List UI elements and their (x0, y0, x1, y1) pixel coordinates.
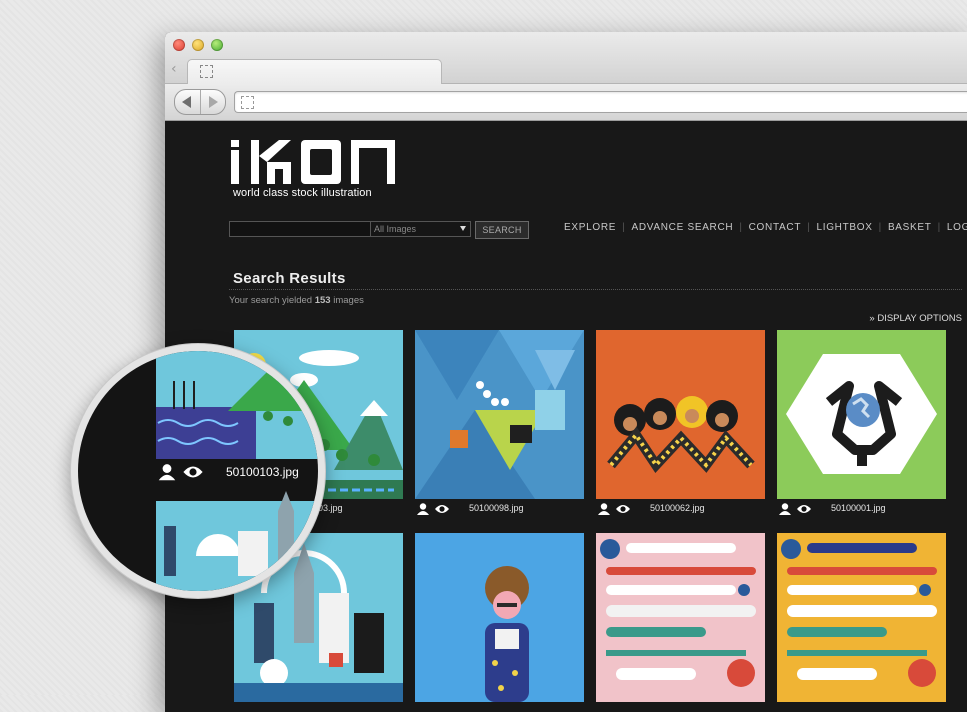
user-icon[interactable] (415, 501, 431, 515)
thumbnail-50100062[interactable] (596, 330, 765, 499)
thumbnail-filename: 50100001.jpg (831, 503, 886, 513)
browser-tab[interactable] (187, 59, 442, 84)
results-count-text: Your search yielded 153 images (229, 295, 364, 306)
back-button[interactable] (175, 90, 201, 114)
tab-scroll-left-icon[interactable]: ‹ (171, 61, 177, 77)
user-icon[interactable] (777, 501, 793, 515)
people-illustration-icon (596, 330, 765, 499)
browser-toolbar (165, 84, 967, 121)
thumbnail-medical-yellow[interactable] (777, 533, 946, 702)
nav-button-group (174, 89, 226, 115)
yield-prefix: Your search yielded (229, 295, 313, 306)
woman-illustration-icon (415, 533, 584, 702)
top-nav: EXPLORE | ADVANCE SEARCH | CONTACT | LIGHTB… (564, 222, 967, 233)
magnified-filename: 50100103.jpg (226, 465, 299, 479)
ikon-logo[interactable] (229, 138, 401, 186)
preview-eye-icon[interactable] (615, 501, 631, 515)
nav-separator: | (878, 222, 882, 233)
thumbnail-50100001[interactable] (777, 330, 946, 499)
yield-suffix: images (333, 295, 364, 306)
forward-button[interactable] (200, 90, 225, 114)
nav-separator: | (622, 222, 626, 233)
magnified-caption: 50100103.jpg (156, 462, 299, 482)
nav-log-in[interactable]: LOG IN (947, 222, 967, 233)
zoom-window-button[interactable] (211, 39, 223, 51)
medical-tools-illustration-icon (777, 533, 946, 702)
thumbnail-caption: 50100001.jpg (777, 501, 886, 515)
globe-hexagon-illustration-icon (777, 330, 946, 499)
forward-arrow-icon (209, 96, 218, 108)
minimize-window-button[interactable] (192, 39, 204, 51)
nav-separator: | (937, 222, 941, 233)
nav-advance-search[interactable]: ADVANCE SEARCH (631, 222, 733, 233)
back-arrow-icon (182, 96, 191, 108)
user-icon[interactable] (156, 462, 178, 482)
thumbnail-filename: 50100062.jpg (650, 503, 705, 513)
tagline: world class stock illustration (233, 187, 372, 199)
results-count: 153 (314, 295, 331, 306)
nav-separator: | (739, 222, 743, 233)
search-input[interactable] (229, 221, 375, 237)
search-button[interactable]: SEARCH (475, 221, 529, 239)
magnifier-overlay: 50100103.jpg (78, 351, 318, 591)
close-window-button[interactable] (173, 39, 185, 51)
preview-eye-icon[interactable] (434, 501, 450, 515)
nav-basket[interactable]: BASKET (888, 222, 932, 233)
thumbnail-woman[interactable] (415, 533, 584, 702)
user-icon[interactable] (596, 501, 612, 515)
thumbnail-medical-pink[interactable] (596, 533, 765, 702)
medical-tools-illustration-icon (596, 533, 765, 702)
nav-separator: | (807, 222, 811, 233)
category-select-value: All Images (374, 224, 417, 234)
geometric-illustration-icon (415, 330, 584, 499)
address-bar[interactable] (234, 91, 967, 113)
thumbnail-caption: 50100098.jpg (415, 501, 524, 515)
divider (229, 289, 962, 290)
tab-favicon-icon (200, 65, 213, 78)
category-select[interactable]: All Images (370, 221, 471, 237)
nav-contact[interactable]: CONTACT (749, 222, 802, 233)
thumbnail-50100098[interactable] (415, 330, 584, 499)
thumbnail-caption: 50100062.jpg (596, 501, 705, 515)
nav-lightbox[interactable]: LIGHTBOX (816, 222, 872, 233)
title-bar: ‹ (165, 32, 967, 84)
preview-eye-icon[interactable] (182, 462, 204, 482)
page-title: Search Results (233, 270, 346, 287)
thumbnail-filename: 50100098.jpg (469, 503, 524, 513)
nav-explore[interactable]: EXPLORE (564, 222, 616, 233)
display-options-link[interactable]: » DISPLAY OPTIONS (869, 313, 962, 324)
preview-eye-icon[interactable] (796, 501, 812, 515)
chevron-down-icon (460, 226, 466, 231)
url-favicon-icon (241, 96, 254, 109)
